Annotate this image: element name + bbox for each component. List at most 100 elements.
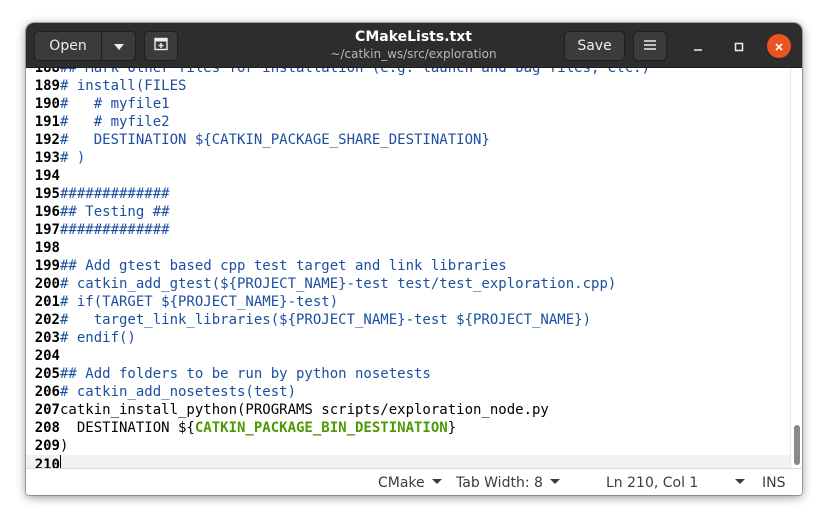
line-number: 201 <box>34 294 60 310</box>
gedit-window: Open CMakeLists.txt ~/catkin_ws/src/expl… <box>26 23 802 495</box>
new-tab-icon <box>154 37 168 55</box>
code-line[interactable]: 205## Add folders to be run by python no… <box>26 365 431 383</box>
line-number: 192 <box>34 132 60 148</box>
maximize-icon <box>734 37 744 56</box>
line-number: 204 <box>34 348 60 364</box>
cursor-position-label: Ln 210, Col 1 <box>606 475 699 491</box>
line-number: 209 <box>34 438 60 454</box>
chevron-down-icon <box>735 479 746 484</box>
close-button[interactable] <box>767 34 791 58</box>
code-text: catkin_install_python(PROGRAMS scripts/e… <box>60 402 549 418</box>
chevron-down-icon <box>113 38 124 54</box>
code-text: # install(FILES <box>60 78 187 94</box>
code-line[interactable]: 204 <box>26 347 60 365</box>
main-menu-button[interactable] <box>633 31 667 61</box>
open-button[interactable]: Open <box>34 31 102 61</box>
maximize-button[interactable] <box>727 34 751 58</box>
line-number: 207 <box>34 402 60 418</box>
code-line[interactable]: 207catkin_install_python(PROGRAMS script… <box>26 401 549 419</box>
code-line[interactable]: 195############# <box>26 185 170 203</box>
code-text: DESTINATION ${ <box>60 420 195 436</box>
line-number: 194 <box>34 168 60 184</box>
scrollbar-thumb[interactable] <box>794 425 800 465</box>
code-text: # if(TARGET ${PROJECT_NAME}-test) <box>60 294 339 310</box>
line-number: 200 <box>34 276 60 292</box>
code-line[interactable]: 189# install(FILES <box>26 77 187 95</box>
line-number: 198 <box>34 240 60 256</box>
hamburger-menu-icon <box>644 38 656 54</box>
code-line[interactable]: 192# DESTINATION ${CATKIN_PACKAGE_SHARE_… <box>26 131 490 149</box>
line-number: 208 <box>34 420 60 436</box>
code-text: # target_link_libraries(${PROJECT_NAME}-… <box>60 312 592 328</box>
vertical-scrollbar[interactable] <box>790 68 802 468</box>
minimize-button[interactable] <box>686 34 710 58</box>
code-text: ) <box>60 438 69 454</box>
title-area: CMakeLists.txt ~/catkin_ws/src/explorati… <box>276 28 551 62</box>
line-number: 196 <box>34 204 60 220</box>
code-text-suffix: } <box>447 420 457 436</box>
line-number: 203 <box>34 330 60 346</box>
save-button-label: Save <box>577 38 612 54</box>
code-text: ############# <box>60 222 170 238</box>
language-selector[interactable]: CMake <box>378 473 442 493</box>
cursor-position-selector[interactable]: Ln 210, Col 1 <box>606 473 746 493</box>
text-cursor <box>60 455 61 468</box>
text-editor-area[interactable]: 188## Mark other files for installation … <box>26 68 790 468</box>
code-line[interactable]: 208 DESTINATION ${CATKIN_PACKAGE_BIN_DES… <box>26 419 456 437</box>
insert-mode-indicator[interactable]: INS <box>762 473 786 493</box>
line-number: 210 <box>34 457 60 468</box>
line-number: 188 <box>34 68 60 76</box>
status-bar: CMake Tab Width: 8 Ln 210, Col 1 INS <box>26 468 802 495</box>
code-text: ############# <box>60 186 170 202</box>
code-line[interactable]: 200# catkin_add_gtest(${PROJECT_NAME}-te… <box>26 275 617 293</box>
code-text: # catkin_add_gtest(${PROJECT_NAME}-test … <box>60 276 617 292</box>
code-line[interactable]: 199## Add gtest based cpp test target an… <box>26 257 507 275</box>
code-line[interactable]: 201# if(TARGET ${PROJECT_NAME}-test) <box>26 293 338 311</box>
variable-token: CATKIN_PACKAGE_BIN_DESTINATION <box>194 420 448 436</box>
new-tab-button[interactable] <box>144 31 178 61</box>
code-line[interactable]: 191# # myfile2 <box>26 113 170 131</box>
line-number: 190 <box>34 96 60 112</box>
code-text: ## Add gtest based cpp test target and l… <box>60 258 507 274</box>
code-line[interactable]: 210 <box>26 455 790 468</box>
header-bar: Open CMakeLists.txt ~/catkin_ws/src/expl… <box>26 23 802 68</box>
code-line[interactable]: 202# target_link_libraries(${PROJECT_NAM… <box>26 311 591 329</box>
tab-width-selector[interactable]: Tab Width: 8 <box>456 473 560 493</box>
chevron-down-icon <box>549 479 560 484</box>
open-button-label: Open <box>49 38 87 54</box>
window-subtitle: ~/catkin_ws/src/exploration <box>330 47 497 61</box>
code-text: # ) <box>60 150 86 166</box>
window-title: CMakeLists.txt <box>355 29 472 45</box>
code-text: # DESTINATION ${CATKIN_PACKAGE_SHARE_DES… <box>60 132 490 148</box>
code-line[interactable]: 194 <box>26 167 60 185</box>
code-text: # # myfile1 <box>60 96 170 112</box>
code-text: # catkin_add_nosetests(test) <box>60 384 297 400</box>
line-number: 189 <box>34 78 60 94</box>
line-number: 206 <box>34 384 60 400</box>
code-line[interactable]: 188## Mark other files for installation … <box>26 68 650 77</box>
open-recent-menu-button[interactable] <box>101 31 136 61</box>
save-button[interactable]: Save <box>564 31 625 61</box>
code-line[interactable]: 198 <box>26 239 60 257</box>
line-number: 195 <box>34 186 60 202</box>
line-number: 205 <box>34 366 60 382</box>
code-line[interactable]: 206# catkin_add_nosetests(test) <box>26 383 296 401</box>
code-line[interactable]: 190# # myfile1 <box>26 95 170 113</box>
code-text: # # myfile2 <box>60 114 170 130</box>
code-text: ## Mark other files for installation (e.… <box>60 68 651 76</box>
code-line[interactable]: 193# ) <box>26 149 86 167</box>
code-text: ## Testing ## <box>60 204 170 220</box>
tab-width-label: Tab Width: 8 <box>456 475 543 491</box>
line-number: 197 <box>34 222 60 238</box>
code-text: ## Add folders to be run by python noset… <box>60 366 431 382</box>
code-line[interactable]: 196## Testing ## <box>26 203 170 221</box>
line-number: 202 <box>34 312 60 328</box>
line-number: 191 <box>34 114 60 130</box>
code-line[interactable]: 203# endif() <box>26 329 136 347</box>
insert-mode-label: INS <box>762 475 786 491</box>
line-number: 199 <box>34 258 60 274</box>
code-text: # endif() <box>60 330 136 346</box>
code-line[interactable]: 197############# <box>26 221 170 239</box>
language-label: CMake <box>378 475 425 491</box>
code-line[interactable]: 209) <box>26 437 69 455</box>
